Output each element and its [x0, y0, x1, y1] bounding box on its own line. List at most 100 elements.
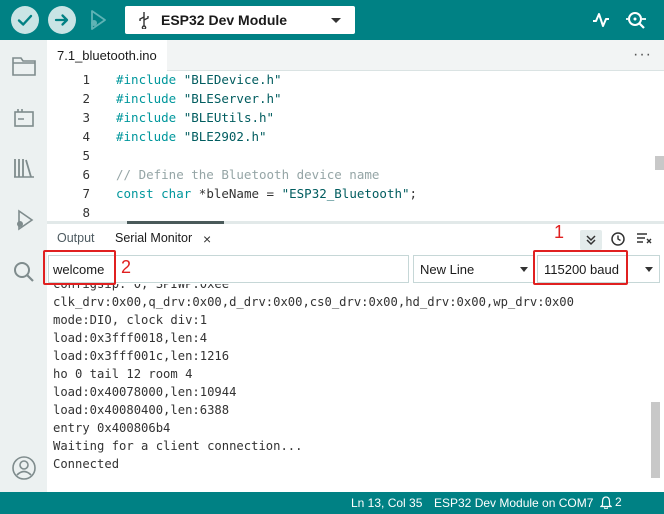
tab-serial-monitor[interactable]: Serial Monitor [115, 231, 192, 245]
code-token: // Define the Bluetooth device name [116, 167, 380, 182]
line-ending-select[interactable]: New Line [413, 255, 535, 283]
output-line: Connected [53, 457, 120, 471]
sketchbook-button[interactable] [10, 52, 38, 80]
usb-icon [139, 12, 149, 29]
code-token: "BLEServer.h" [183, 91, 282, 106]
bottom-panel-tabs: Output Serial Monitor × [47, 224, 664, 252]
line-number: 7 [82, 186, 90, 201]
more-options-icon[interactable]: ··· [633, 46, 652, 64]
output-line: load:0x3fff0018,len:4 [53, 331, 208, 345]
code-line[interactable]: 8 [47, 205, 664, 221]
notifications[interactable]: 2 [600, 495, 622, 509]
code-line[interactable]: 6 // Define the Bluetooth device name [47, 167, 664, 186]
code-token: "BLEUtils.h" [183, 110, 275, 125]
activity-sidebar [0, 40, 47, 492]
editor-scrollbar[interactable] [655, 156, 664, 170]
top-toolbar: ESP32 Dev Module [0, 0, 664, 40]
line-number: 4 [82, 129, 90, 144]
board-name: ESP32 Dev Module [161, 12, 288, 28]
line-content: #include "BLEServer.h" [116, 91, 282, 106]
annotation-number-1: 1 [554, 222, 565, 242]
timestamp-toggle[interactable] [610, 230, 626, 249]
line-number: 2 [82, 91, 90, 106]
verify-button[interactable] [11, 6, 39, 34]
code-line[interactable]: 7 const char *bleName = "ESP32_Bluetooth"… [47, 186, 664, 205]
code-line[interactable]: 1 #include "BLEDevice.h" [47, 72, 664, 91]
debug-icon [91, 10, 106, 30]
code-line[interactable]: 3 #include "BLEUtils.h" [47, 110, 664, 129]
output-line: load:0x40078000,len:10944 [53, 385, 237, 399]
output-line: load:0x40080400,len:6388 [53, 403, 230, 417]
serial-plotter-button[interactable] [591, 10, 611, 33]
tab-label: 7.1_bluetooth.ino [57, 48, 157, 63]
code-token: *bleName = [198, 186, 282, 201]
code-token: const char [116, 186, 199, 201]
line-content: #include "BLEUtils.h" [116, 110, 274, 125]
upload-button[interactable] [48, 6, 76, 34]
serial-monitor-button[interactable] [624, 10, 648, 33]
code-token: #include [116, 72, 184, 87]
code-token: #include [116, 91, 184, 106]
output-line: entry 0x400806b4 [53, 421, 171, 435]
line-ending-value: New Line [420, 262, 475, 277]
arrow-right-icon [54, 14, 69, 26]
code-token: ; [409, 186, 418, 201]
board-selector[interactable]: ESP32 Dev Module [125, 6, 355, 34]
folder-icon [12, 57, 36, 76]
serial-output[interactable]: configsip: 0, SPIWP:0xee clk_drv:0x00,q_d… [47, 284, 664, 492]
chevron-down-icon [520, 267, 528, 272]
line-number: 3 [82, 110, 90, 125]
output-line: clk_drv:0x00,q_drv:0x00,d_drv:0x00,cs0_d… [53, 295, 574, 309]
cursor-position[interactable]: Ln 13, Col 35 [351, 496, 422, 510]
board-port-status[interactable]: ESP32 Dev Module on COM7 [434, 496, 593, 510]
clear-icon [637, 233, 652, 244]
checkmark-icon [17, 14, 33, 26]
line-content: #include "BLE2902.h" [116, 129, 267, 144]
debug-panel-button[interactable] [10, 206, 38, 234]
output-line: Waiting for a client connection... [53, 439, 303, 453]
library-icon [14, 159, 34, 178]
line-content: const char *bleName = "ESP32_Bluetooth"; [116, 186, 417, 201]
line-number: 8 [82, 205, 90, 220]
code-token: "ESP32_Bluetooth" [281, 186, 410, 201]
annotation-box-baud [533, 250, 628, 285]
line-content: // Define the Bluetooth device name [116, 167, 379, 182]
plotter-icon [593, 13, 609, 27]
boards-manager-button[interactable] [10, 104, 38, 132]
autoscroll-toggle[interactable] [580, 230, 602, 250]
debug-icon [17, 209, 34, 231]
clock-icon [611, 232, 625, 246]
close-icon[interactable]: × [203, 231, 211, 247]
status-bar: Ln 13, Col 35 ESP32 Dev Module on COM7 2 [0, 492, 664, 514]
search-button[interactable] [10, 258, 38, 286]
double-chevron-down-icon [586, 235, 596, 246]
output-scrollbar[interactable] [651, 402, 660, 478]
line-number: 5 [82, 148, 90, 163]
code-line[interactable]: 2 #include "BLEServer.h" [47, 91, 664, 110]
output-line: mode:DIO, clock div:1 [53, 313, 208, 327]
debug-button[interactable] [83, 6, 111, 34]
editor-tab-bar: 7.1_bluetooth.ino ··· [47, 40, 664, 71]
notification-count: 2 [615, 495, 622, 509]
code-token: #include [116, 110, 184, 125]
code-token: #include [116, 129, 184, 144]
chevron-down-icon [645, 267, 653, 272]
code-token: "BLE2902.h" [183, 129, 267, 144]
line-number: 1 [82, 72, 90, 87]
code-token: "BLEDevice.h" [183, 72, 282, 87]
line-content: #include "BLEDevice.h" [116, 72, 282, 87]
annotation-box-input [43, 250, 116, 285]
tab-output[interactable]: Output [57, 231, 95, 245]
magnifier-icon [626, 12, 646, 29]
code-line[interactable]: 5 [47, 148, 664, 167]
bell-icon [600, 495, 612, 509]
line-number: 6 [82, 167, 90, 182]
clear-output-button[interactable] [636, 230, 652, 249]
library-manager-button[interactable] [10, 154, 38, 182]
output-line: ho 0 tail 12 room 4 [53, 367, 193, 381]
code-line[interactable]: 4 #include "BLE2902.h" [47, 129, 664, 148]
account-button[interactable] [10, 454, 38, 482]
board-icon [14, 109, 34, 127]
tab-sketch-file[interactable]: 7.1_bluetooth.ino [47, 40, 167, 71]
code-editor[interactable]: 1 #include "BLEDevice.h" 2 #include "BLESer… [47, 71, 664, 221]
